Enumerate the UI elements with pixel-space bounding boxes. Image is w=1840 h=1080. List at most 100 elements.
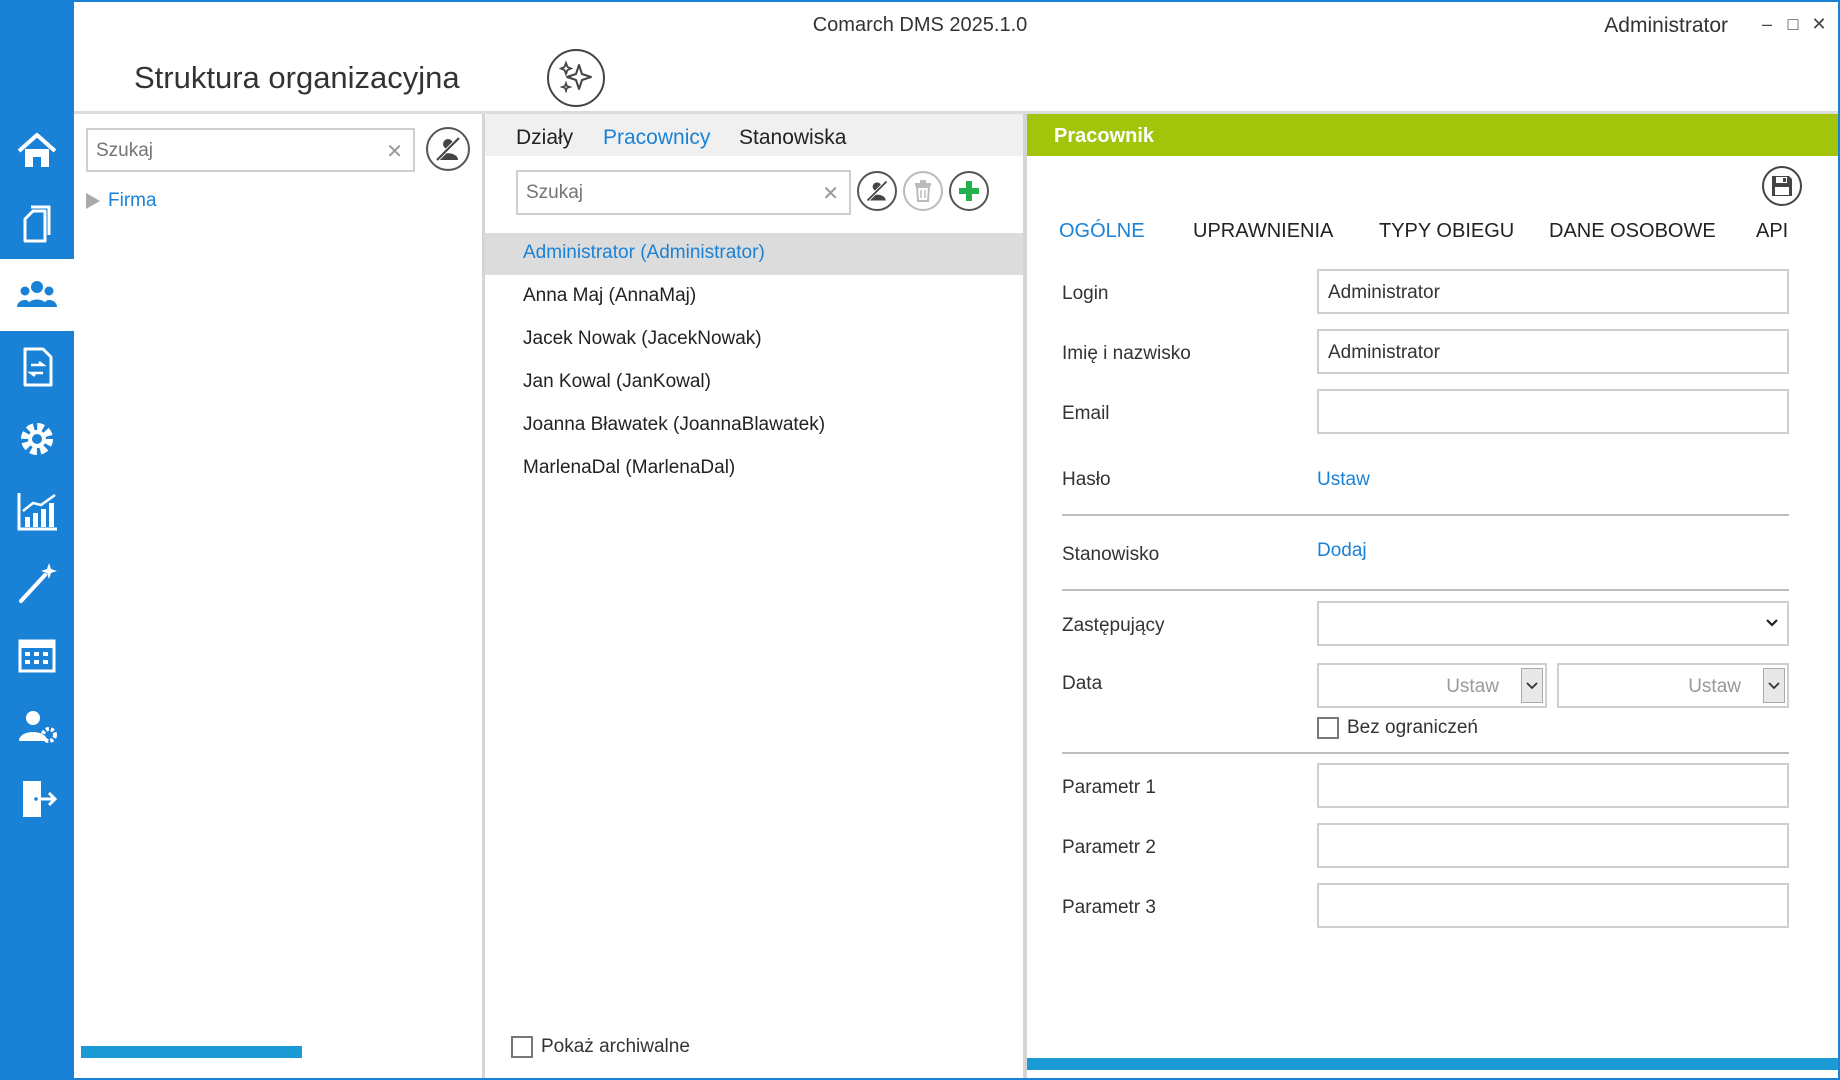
date-from-dropdown[interactable]	[1521, 668, 1543, 703]
tab-uprawnienia[interactable]: UPRAWNIENIA	[1193, 220, 1333, 243]
show-archived-toggle[interactable]: Pokaż archiwalne	[511, 1036, 690, 1058]
list-item[interactable]: MarlenaDal (MarlenaDal)	[485, 448, 1023, 490]
add-position-link[interactable]: Dodaj	[1317, 540, 1367, 562]
login-value: Administrator	[1328, 282, 1440, 303]
app-title: Comarch DMS 2025.1.0	[812, 14, 1028, 36]
chevron-down-icon	[1766, 619, 1778, 627]
unlimited-checkbox[interactable]	[1317, 717, 1339, 739]
user-slash-icon	[866, 180, 888, 202]
add-employee-button[interactable]	[949, 171, 989, 211]
full-name-label: Imię i nazwisko	[1062, 343, 1191, 364]
date-from-placeholder: Ustaw	[1446, 676, 1499, 697]
tree-search-input[interactable]	[96, 140, 356, 162]
workflow-document-icon	[23, 347, 53, 387]
tab-ogolne[interactable]: OGÓLNE	[1059, 220, 1145, 243]
list-item[interactable]: Administrator (Administrator)	[485, 233, 1023, 275]
magic-wand-icon	[19, 563, 57, 603]
nav-organization[interactable]	[0, 259, 74, 331]
chevron-down-icon	[1768, 681, 1780, 689]
user-filter-button[interactable]	[857, 171, 897, 211]
list-tabs: Działy Pracownicy Stanowiska	[485, 114, 1023, 156]
substitute-select[interactable]	[1317, 601, 1789, 646]
full-name-field[interactable]: Administrator	[1317, 329, 1789, 374]
full-name-value: Administrator	[1328, 342, 1440, 363]
maximize-button[interactable]: □	[1783, 14, 1803, 35]
list-item[interactable]: Jacek Nowak (JacekNowak)	[485, 319, 1023, 361]
detail-header: Pracownik	[1027, 114, 1838, 156]
list-item-label: Anna Maj (AnnaMaj)	[523, 285, 697, 306]
delete-button[interactable]	[903, 171, 943, 211]
sparkles-icon	[558, 60, 592, 94]
chevron-down-icon	[1526, 681, 1538, 689]
tree-search-box[interactable]: ✕	[86, 128, 415, 172]
plus-icon	[959, 181, 979, 201]
param1-label: Parametr 1	[1062, 777, 1156, 798]
list-item-label: Administrator (Administrator)	[523, 242, 765, 263]
unlimited-label: Bez ograniczeń	[1347, 717, 1478, 738]
calendar-icon	[18, 639, 56, 673]
tree-node-firma[interactable]: Firma	[86, 190, 157, 212]
employee-detail-panel: Pracownik OGÓLNE UPRAWNIENIA TYPY OBIEGU…	[1027, 114, 1838, 1078]
employees-list-panel: Działy Pracownicy Stanowiska ✕ Administr…	[485, 114, 1023, 1078]
expand-arrow-icon[interactable]	[86, 193, 100, 209]
param3-field[interactable]	[1317, 883, 1789, 928]
nav-documents[interactable]	[0, 187, 74, 259]
section-divider	[1062, 589, 1789, 591]
date-from-picker[interactable]: Ustaw	[1317, 663, 1547, 708]
tab-pracownicy[interactable]: Pracownicy	[603, 126, 710, 150]
reports-chart-icon	[17, 493, 57, 531]
detail-header-title: Pracownik	[1054, 125, 1155, 147]
clear-icon[interactable]: ✕	[386, 139, 403, 164]
home-icon	[17, 133, 57, 167]
employee-search-box[interactable]: ✕	[516, 170, 851, 215]
nav-workflow[interactable]	[0, 331, 74, 403]
clear-icon[interactable]: ✕	[822, 181, 839, 206]
tab-typy-obiegu[interactable]: TYPY OBIEGU	[1379, 220, 1514, 243]
minimize-button[interactable]: –	[1757, 14, 1777, 35]
nav-calendar[interactable]	[0, 619, 74, 691]
nav-logout[interactable]	[0, 763, 74, 835]
date-label: Data	[1062, 673, 1103, 694]
tree-node-label[interactable]: Firma	[108, 190, 157, 212]
list-item[interactable]: Anna Maj (AnnaMaj)	[485, 276, 1023, 318]
user-slash-icon	[435, 136, 461, 162]
list-item-label: Jan Kowal (JanKowal)	[523, 371, 711, 392]
tab-dane-osobowe[interactable]: DANE OSOBOWE	[1549, 220, 1716, 243]
nav-wizard[interactable]	[0, 547, 74, 619]
users-icon	[17, 281, 57, 307]
param2-field[interactable]	[1317, 823, 1789, 868]
section-divider	[1062, 514, 1789, 516]
nav-user-settings[interactable]	[0, 691, 74, 763]
date-to-dropdown[interactable]	[1763, 668, 1785, 703]
ai-assistant-button[interactable]	[547, 49, 605, 107]
date-to-placeholder: Ustaw	[1688, 676, 1741, 697]
employee-search-input[interactable]	[526, 182, 786, 204]
tab-stanowiska[interactable]: Stanowiska	[739, 126, 846, 150]
user-settings-icon	[19, 711, 57, 743]
tab-api[interactable]: API	[1756, 220, 1788, 243]
login-field[interactable]: Administrator	[1317, 269, 1789, 314]
position-label: Stanowisko	[1062, 544, 1160, 565]
nav-reports[interactable]	[0, 475, 74, 547]
nav-settings[interactable]	[0, 403, 74, 475]
detail-progress-bar	[1027, 1058, 1838, 1070]
show-archived-checkbox[interactable]	[511, 1036, 533, 1058]
user-filter-button[interactable]	[426, 127, 470, 171]
param2-label: Parametr 2	[1062, 837, 1156, 858]
tab-dzialy[interactable]: Działy	[516, 126, 573, 150]
unlimited-toggle[interactable]: Bez ograniczeń	[1317, 717, 1478, 739]
email-field[interactable]	[1317, 389, 1789, 434]
set-password-link[interactable]: Ustaw	[1317, 469, 1370, 491]
current-user[interactable]: Administrator	[1604, 14, 1728, 38]
login-label: Login	[1062, 283, 1109, 304]
list-item[interactable]: Jan Kowal (JanKowal)	[485, 362, 1023, 404]
save-button[interactable]	[1762, 166, 1802, 206]
main-navigation-rail	[0, 0, 74, 1080]
date-to-picker[interactable]: Ustaw	[1557, 663, 1789, 708]
list-item[interactable]: Joanna Bławatek (JoannaBlawatek)	[485, 405, 1023, 447]
tree-progress-bar	[81, 1046, 302, 1058]
show-archived-label: Pokaż archiwalne	[541, 1036, 690, 1057]
nav-home[interactable]	[0, 115, 74, 187]
close-button[interactable]: ✕	[1809, 14, 1829, 35]
param1-field[interactable]	[1317, 763, 1789, 808]
